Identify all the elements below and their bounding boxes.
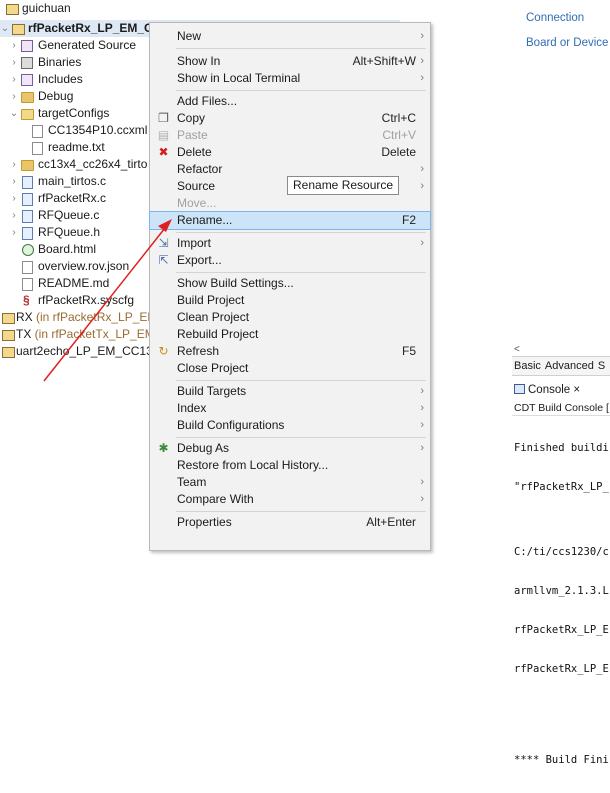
annotation-arrow <box>43 219 172 382</box>
console-line: armllvm_2.1.3.L <box>514 585 609 597</box>
console-line: rfPacketRx_LP_E <box>514 663 609 675</box>
annotation-arrowhead <box>158 219 172 232</box>
annotation-arrow-shaft <box>43 227 166 382</box>
console-line: rfPacketRx_LP_E <box>514 624 609 636</box>
console-line: **** Build Fini <box>514 754 609 766</box>
